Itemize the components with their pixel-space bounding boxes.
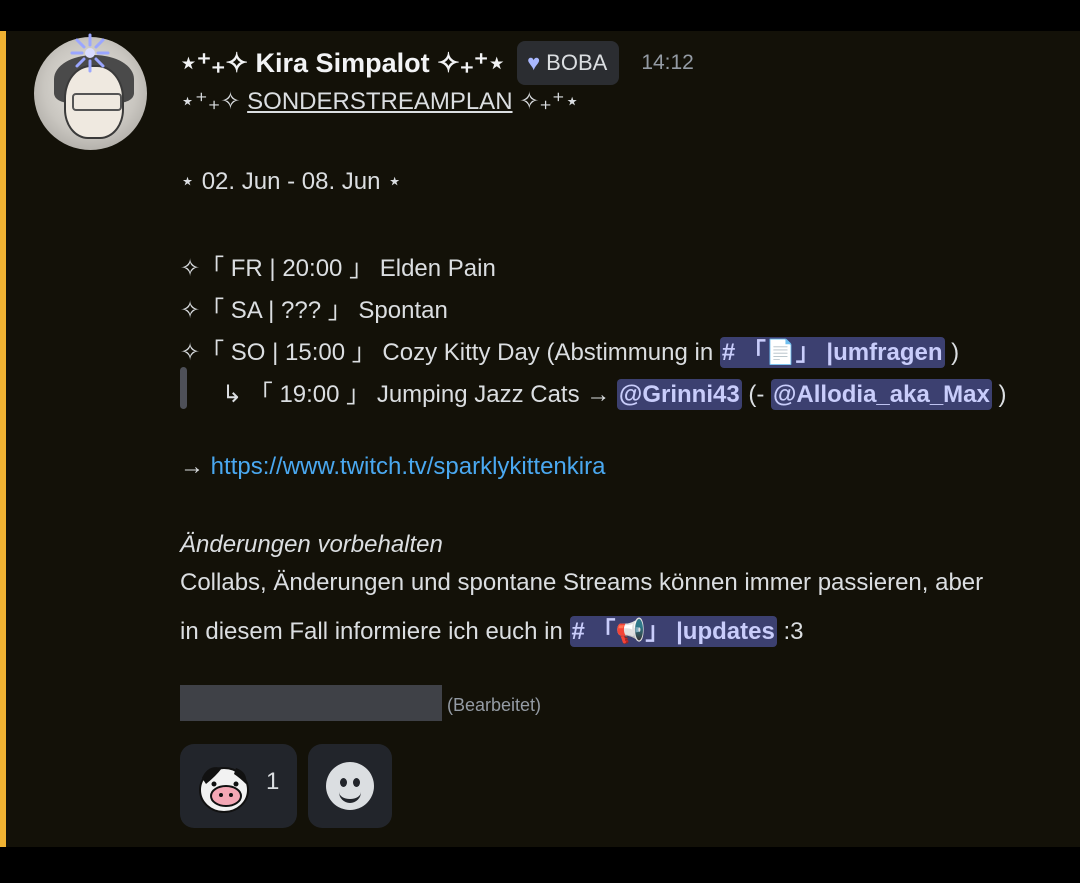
heading-text: SONDERSTREAMPLAN [247, 88, 513, 115]
reaction-count: 1 [266, 768, 280, 795]
edited-label: (Bearbeitet) [447, 695, 542, 715]
link-arrow: → [180, 453, 211, 480]
notice-title: Änderungen vorbehalten [180, 531, 443, 558]
schedule-so-close: ) [944, 339, 960, 366]
message: ⋆⁺₊✧ Kira Simpalot ✧₊⁺⋆ ♥ BOBA 14:12 ⋆⁺₊… [0, 31, 1080, 847]
avatar-decoration-icon [70, 33, 110, 73]
heading-prefix: ⋆⁺₊✧ [180, 88, 248, 115]
avatar-glasses [72, 93, 122, 111]
heading-suffix: ✧₊⁺⋆ [512, 88, 580, 115]
notice-line-2-text: in diesem Fall informiere ich euch in [180, 618, 570, 645]
twitch-link[interactable]: https://www.twitch.tv/sparklykittenkira [211, 453, 606, 480]
redacted-block [180, 685, 442, 721]
username[interactable]: ⋆⁺₊✧ Kira Simpalot ✧₊⁺⋆ [180, 48, 505, 79]
add-reaction-button[interactable] [308, 744, 392, 828]
user-mention-allodia[interactable]: @Allodia_aka_Max [771, 379, 992, 410]
schedule-sub-text: ↳ 「 19:00 」 Jumping Jazz Cats → [222, 381, 617, 408]
notice-line-2: in diesem Fall informiere ich euch in # … [180, 611, 804, 647]
server-tag-label: BOBA [546, 50, 608, 75]
notice-line-1: Collabs, Änderungen und spontane Streams… [180, 569, 984, 596]
add-reaction-icon [326, 762, 374, 810]
server-tag[interactable]: ♥ BOBA [517, 41, 620, 85]
heading-line: ⋆⁺₊✧ SONDERSTREAMPLAN ✧₊⁺⋆ [180, 87, 580, 116]
channel-mention-updates[interactable]: # 「📢」 |updates [569, 616, 777, 647]
cow-emoji-icon [199, 767, 249, 813]
timestamp[interactable]: 14:12 [641, 51, 694, 75]
user-mention-grinni43[interactable]: @Grinni43 [616, 379, 742, 410]
link-line: → https://www.twitch.tv/sparklykittenkir… [180, 453, 605, 481]
heart-icon: ♥ [527, 50, 541, 75]
channel-mention-umfragen[interactable]: # 「📄」 |umfragen [719, 337, 945, 368]
schedule-so-text: ✧「 SO | 15:00 」 Cozy Kitty Day (Abstimmu… [180, 339, 714, 366]
notice-end: :3 [776, 618, 804, 645]
reaction-cow[interactable]: 1 [180, 744, 297, 828]
date-range: ⋆ 02. Jun - 08. Jun ⋆ [180, 168, 403, 195]
mention-highlight-bar [0, 31, 6, 847]
schedule-sub-close: ) [991, 381, 1007, 408]
schedule-sa: ✧「 SA | ??? 」 Spontan [180, 297, 448, 324]
quote-bar [180, 367, 187, 409]
schedule-fr: ✧「 FR | 20:00 」 Elden Pain [180, 255, 496, 282]
schedule-so: ✧「 SO | 15:00 」 Cozy Kitty Day (Abstimmu… [180, 332, 960, 368]
schedule-sub: ↳ 「 19:00 」 Jumping Jazz Cats → @Grinni4… [222, 374, 1007, 410]
message-header: ⋆⁺₊✧ Kira Simpalot ✧₊⁺⋆ ♥ BOBA 14:12 [180, 39, 694, 87]
schedule-sub-mid: (- [741, 381, 772, 408]
